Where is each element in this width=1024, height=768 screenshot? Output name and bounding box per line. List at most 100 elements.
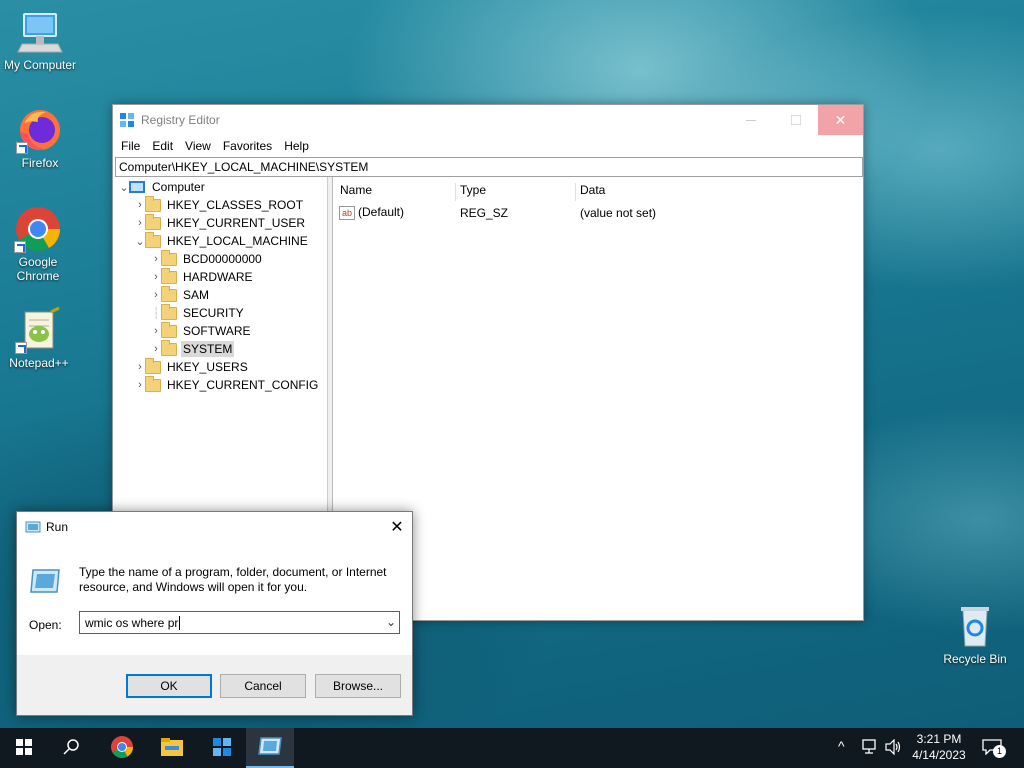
tree-node-hardware[interactable]: › HARDWARE: [151, 267, 255, 286]
tree-node-sam[interactable]: › SAM: [151, 285, 211, 304]
taskbar-file-explorer[interactable]: [148, 728, 196, 768]
folder-icon: [161, 321, 177, 338]
taskbar-regedit[interactable]: [198, 728, 246, 768]
folder-icon: [160, 737, 184, 760]
network-icon[interactable]: [862, 739, 880, 758]
close-button[interactable]: ✕: [818, 105, 863, 135]
tree-node-hkcu[interactable]: › HKEY_CURRENT_USER: [135, 213, 307, 232]
desktop-icon-recycle-bin[interactable]: Recycle Bin: [935, 602, 1015, 666]
tree-node-system[interactable]: › SYSTEM: [151, 339, 235, 358]
folder-icon: [145, 231, 161, 248]
regedit-menubar: File Edit View Favorites Help: [113, 135, 863, 157]
search-button[interactable]: [48, 728, 96, 768]
browse-button[interactable]: Browse...: [315, 674, 401, 698]
tree-node-hklm[interactable]: ⌄ HKEY_LOCAL_MACHINE: [135, 231, 310, 250]
values-list: Name Type Data ab (Default) REG_SZ (value…: [334, 177, 863, 620]
run-icon: [257, 736, 283, 759]
tree-node-computer[interactable]: ⌄ Computer: [119, 178, 207, 196]
column-header-name[interactable]: Name: [340, 183, 456, 201]
text-cursor: [179, 615, 181, 630]
maximize-button[interactable]: [773, 105, 818, 135]
folder-icon: [145, 213, 161, 230]
taskbar-run[interactable]: [246, 728, 294, 768]
regedit-titlebar[interactable]: Registry Editor ✕: [113, 105, 863, 135]
chevron-right-icon[interactable]: ›: [151, 286, 161, 304]
value-name-cell: ab (Default): [339, 205, 404, 220]
table-row[interactable]: ab (Default) REG_SZ (value not set): [334, 205, 863, 223]
desktop-icon-my-computer[interactable]: My Computer: [0, 8, 80, 72]
firefox-icon: [16, 106, 64, 154]
menu-edit[interactable]: Edit: [146, 139, 179, 153]
chevron-right-icon[interactable]: ›: [135, 196, 145, 214]
menu-file[interactable]: File: [115, 139, 146, 153]
run-body: Type the name of a program, folder, docu…: [17, 542, 412, 655]
ok-button[interactable]: OK: [126, 674, 212, 698]
folder-icon: [161, 303, 177, 320]
tree-node-security[interactable]: ┆ SECURITY: [151, 303, 246, 322]
taskbar-chrome[interactable]: [98, 728, 146, 768]
chevron-right-icon[interactable]: ›: [151, 250, 161, 268]
desktop-icon-chrome[interactable]: Google Chrome: [0, 205, 78, 283]
folder-icon: [161, 285, 177, 302]
chevron-right-icon[interactable]: ›: [135, 376, 145, 394]
desktop-icon-label: Google Chrome: [16, 255, 60, 283]
regedit-icon: [211, 736, 233, 761]
reg-string-icon: ab: [339, 205, 355, 220]
run-titlebar[interactable]: Run ✕: [17, 512, 412, 542]
folder-icon: [161, 249, 177, 266]
start-button[interactable]: [0, 728, 48, 768]
desktop-icon-firefox[interactable]: Firefox: [0, 106, 80, 170]
tree-line: ┆: [152, 307, 160, 320]
minimize-button[interactable]: [728, 105, 773, 135]
shortcut-arrow-icon: [16, 142, 28, 154]
column-header-type[interactable]: Type: [460, 183, 576, 201]
menu-favorites[interactable]: Favorites: [217, 139, 278, 153]
tree-node-bcd[interactable]: › BCD00000000: [151, 249, 264, 268]
notepadpp-icon: [15, 306, 63, 354]
run-description: Type the name of a program, folder, docu…: [79, 565, 387, 594]
chevron-down-icon[interactable]: ⌄: [386, 615, 396, 629]
clock-time: 3:21 PM: [916, 732, 962, 746]
chevron-right-icon[interactable]: ›: [151, 268, 161, 286]
shortcut-arrow-icon: [14, 241, 26, 253]
chevron-up-icon[interactable]: ^: [838, 738, 845, 754]
tree-node-hkcr[interactable]: › HKEY_CLASSES_ROOT: [135, 195, 305, 214]
chevron-right-icon[interactable]: ›: [135, 214, 145, 232]
chevron-down-icon[interactable]: ⌄: [135, 232, 145, 250]
chevron-down-icon[interactable]: ⌄: [119, 178, 129, 196]
tree-node-software[interactable]: › SOFTWARE: [151, 321, 253, 340]
volume-icon[interactable]: [885, 738, 903, 758]
tree-node-hku[interactable]: › HKEY_USERS: [135, 357, 250, 376]
folder-icon: [145, 195, 161, 212]
system-clock[interactable]: 3:21 PM 4/14/2023: [908, 731, 970, 763]
chevron-right-icon[interactable]: ›: [135, 358, 145, 376]
run-close-button[interactable]: ✕: [382, 512, 412, 542]
run-title: Run: [46, 520, 69, 534]
notification-center-button[interactable]: 1: [982, 739, 1006, 758]
tree-node-hkcc[interactable]: › HKEY_CURRENT_CONFIG: [135, 375, 320, 394]
column-header-data[interactable]: Data: [580, 183, 860, 201]
value-type-cell: REG_SZ: [460, 206, 509, 220]
desktop-icon-label: Recycle Bin: [943, 652, 1007, 666]
cancel-button[interactable]: Cancel: [220, 674, 306, 698]
recycle-bin-icon: [951, 602, 999, 650]
notification-badge: 1: [993, 745, 1006, 758]
chevron-right-icon[interactable]: ›: [151, 322, 161, 340]
run-icon: [29, 568, 61, 594]
search-icon: [63, 738, 81, 759]
close-icon: ✕: [390, 519, 404, 536]
chrome-icon: [14, 205, 62, 253]
shortcut-arrow-icon: [15, 342, 27, 354]
run-command-input[interactable]: wmic os where pr ⌄: [79, 611, 400, 634]
desktop-icon-notepadpp[interactable]: Notepad++: [0, 306, 79, 370]
chevron-right-icon[interactable]: ›: [151, 340, 161, 358]
minimize-icon: [745, 119, 756, 121]
menu-view[interactable]: View: [179, 139, 217, 153]
desktop-icon-label: Firefox: [21, 156, 59, 170]
taskbar: ^ 3:21 PM 4/14/2023 1: [0, 728, 1024, 768]
desktop-icon-label: Notepad++: [9, 356, 69, 370]
address-bar[interactable]: Computer\HKEY_LOCAL_MACHINE\SYSTEM: [115, 157, 863, 177]
menu-help[interactable]: Help: [278, 139, 315, 153]
value-data-cell: (value not set): [580, 206, 657, 220]
close-icon: ✕: [834, 111, 847, 128]
